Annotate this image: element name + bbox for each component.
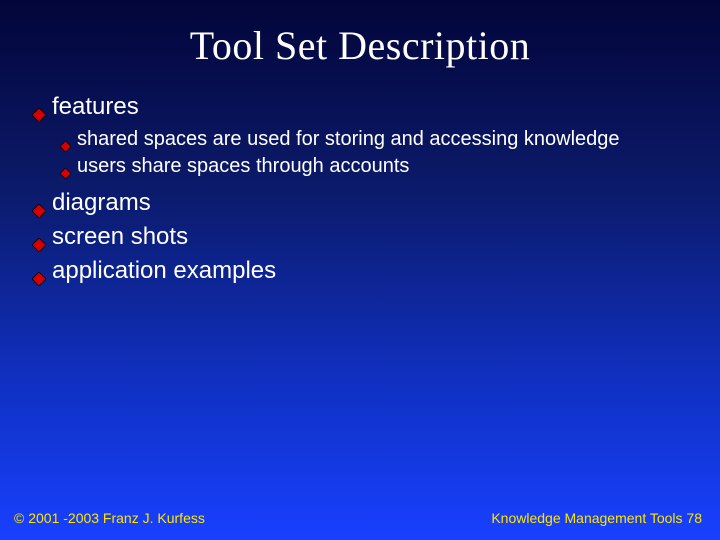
bullet-diagrams: diagrams (32, 189, 688, 217)
diamond-icon (32, 231, 46, 259)
sub-bullet-shared-spaces: shared spaces are used for storing and a… (60, 127, 688, 152)
sub-bullet-users-share: users share spaces through accounts (60, 154, 688, 179)
bullet-features: features (32, 93, 688, 121)
bullet-list: features shared spaces are used for stor… (32, 93, 688, 285)
bullet-screenshots: screen shots (32, 223, 688, 251)
diamond-icon (32, 265, 46, 293)
footer-label: Knowledge Management Tools (491, 510, 686, 526)
slide: Tool Set Description features shared spa… (0, 0, 720, 540)
sub-bullet-label: users share spaces through accounts (77, 154, 688, 179)
features-sublist: shared spaces are used for storing and a… (32, 127, 688, 179)
bullet-label: features (52, 93, 688, 121)
diamond-icon (32, 101, 46, 129)
bullet-examples: application examples (32, 257, 688, 285)
footer-right: Knowledge Management Tools 78 (491, 510, 702, 526)
bullet-label: diagrams (52, 189, 688, 217)
sub-bullet-label: shared spaces are used for storing and a… (77, 127, 688, 152)
bullet-label: application examples (52, 257, 688, 285)
slide-number: 78 (686, 510, 702, 526)
slide-title: Tool Set Description (32, 22, 688, 69)
footer: © 2001 -2003 Franz J. Kurfess Knowledge … (0, 510, 720, 526)
copyright-text: © 2001 -2003 Franz J. Kurfess (14, 510, 205, 526)
diamond-icon (60, 161, 71, 186)
bullet-label: screen shots (52, 223, 688, 251)
diamond-icon (32, 197, 46, 225)
diamond-icon (60, 134, 71, 159)
